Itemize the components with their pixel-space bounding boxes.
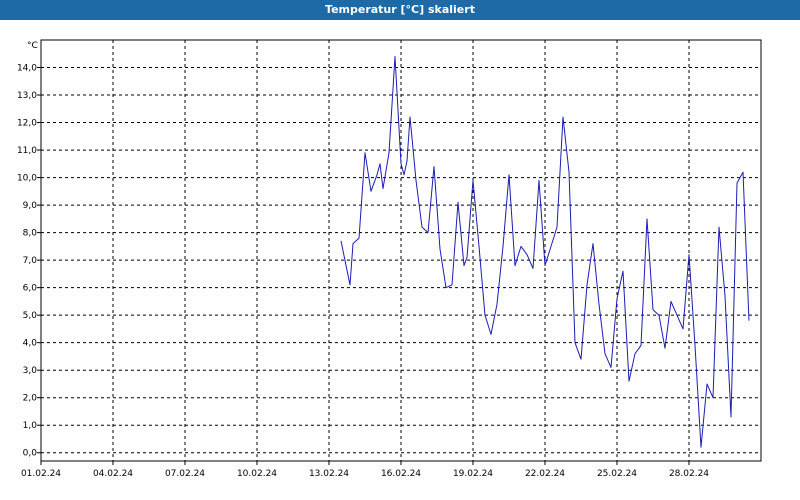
x-tick-label: 07.02.24	[165, 469, 205, 479]
x-tick-label: 16.02.24	[381, 469, 421, 479]
chart-window: Temperatur [°C] skaliert 0,0 1,0 2,0 3,0 4,0…	[0, 0, 800, 500]
y-tick-label: 14,0	[17, 64, 37, 74]
y-tick-label: 2,0	[23, 394, 38, 404]
x-tick-label: 13.02.24	[309, 469, 349, 479]
x-tick-label: 01.02.24	[21, 469, 61, 479]
y-tick-label: 8,0	[23, 229, 38, 239]
temperature-chart: 0,0 1,0 2,0 3,0 4,0 5,0 6,0 7,0 8,0 9,0 10,0 11,0 12…	[0, 20, 800, 500]
y-tick-label: 13,0	[17, 91, 37, 101]
y-tick-label: 5,0	[23, 311, 38, 321]
y-tick-label: 9,0	[23, 201, 38, 211]
x-tick-label: 19.02.24	[453, 469, 493, 479]
y-tick-label: 11,0	[17, 146, 37, 156]
x-tick-label: 04.02.24	[93, 469, 133, 479]
y-tick-label: 10,0	[17, 174, 37, 184]
x-tick-label: 10.02.24	[237, 469, 277, 479]
y-tick-label: 0,0	[23, 449, 38, 459]
y-tick-label: 7,0	[23, 256, 38, 266]
y-axis-label: °C	[27, 41, 38, 51]
x-tick-label: 22.02.24	[525, 469, 565, 479]
y-tick-label: 12,0	[17, 119, 37, 129]
x-tick-label: 25.02.24	[597, 469, 637, 479]
y-tick-label: 6,0	[23, 284, 38, 294]
window-title: Temperatur [°C] skaliert	[0, 0, 800, 20]
y-tick-label: 4,0	[23, 339, 38, 349]
y-tick-label: 1,0	[23, 421, 38, 431]
x-tick-label: 28.02.24	[669, 469, 709, 479]
y-tick-label: 3,0	[23, 366, 38, 376]
